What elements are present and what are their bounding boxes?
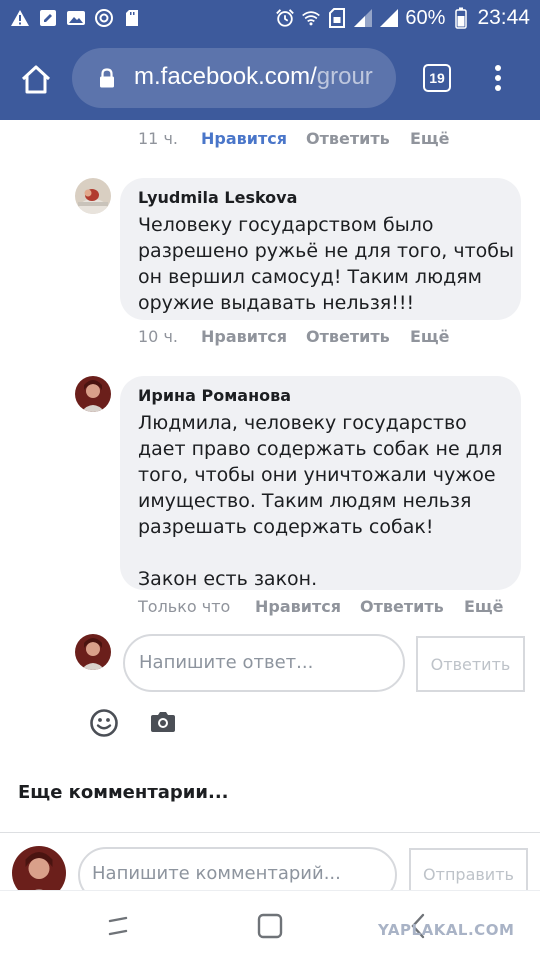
more-link[interactable]: Ещё (410, 129, 449, 148)
camera-icon[interactable] (150, 711, 176, 733)
recents-icon[interactable] (105, 913, 131, 939)
reply-submit-button[interactable]: Ответить (416, 636, 525, 692)
comment-text: Людмила, человеку государство дает право… (138, 412, 503, 590)
signal-icon (353, 8, 373, 28)
home-icon[interactable] (18, 62, 54, 98)
lock-icon (98, 68, 116, 88)
avatar[interactable] (75, 376, 111, 412)
home-nav-icon[interactable] (257, 913, 283, 939)
status-left-icons (10, 8, 142, 28)
more-link[interactable]: Ещё (410, 327, 449, 346)
more-comments-link[interactable]: Еще комментарии... (18, 782, 229, 803)
comment-bubble: Ирина Романова Людмила, человеку государ… (120, 376, 521, 590)
battery-icon (451, 7, 471, 29)
more-link[interactable]: Ещё (464, 597, 503, 616)
comment-actions: 10 ч. Нравится Ответить Ещё (138, 327, 449, 346)
battery-percent: 60% (405, 6, 446, 29)
reply-link[interactable]: Ответить (360, 597, 464, 616)
vpn-icon (94, 8, 114, 28)
reply-input[interactable]: Напишите ответ... (123, 634, 405, 692)
tab-switcher-button[interactable]: 19 (423, 64, 451, 92)
status-right-icons: 60% 23:44 (275, 6, 530, 30)
status-bar: 60% 23:44 (0, 0, 540, 38)
reply-link[interactable]: Ответить (306, 327, 410, 346)
address-bar[interactable]: m.facebook.com/grour (72, 48, 396, 108)
divider (0, 832, 540, 833)
comment-placeholder: Напишите комментарий... (92, 863, 341, 884)
signal-icon (379, 8, 399, 28)
watermark: YAPLAKAL.COM (378, 921, 515, 939)
navigation-bar: YAPLAKAL.COM (0, 890, 540, 960)
browser-toolbar: m.facebook.com/grour 19 (0, 38, 540, 120)
like-button[interactable]: Нравится (255, 597, 360, 616)
comment-time: 11 ч. (138, 129, 178, 148)
comment-actions: 11 ч. Нравится Ответить Ещё (138, 129, 449, 148)
comment-time: 10 ч. (138, 327, 178, 346)
url-text: m.facebook.com/grour (134, 63, 373, 91)
reply-placeholder: Напишите ответ... (139, 652, 314, 673)
wifi-icon (301, 8, 321, 28)
comment-text: Человеку государством было разрешено руж… (138, 214, 514, 314)
clock: 23:44 (477, 6, 530, 29)
alarm-icon (275, 8, 295, 28)
url-path: grour (316, 63, 373, 90)
sim-icon (327, 8, 347, 28)
reply-link[interactable]: Ответить (306, 129, 410, 148)
like-button[interactable]: Нравится (201, 129, 306, 148)
avatar[interactable] (75, 178, 111, 214)
overflow-menu-icon[interactable] (492, 65, 504, 93)
avatar (75, 634, 111, 670)
warning-icon (10, 8, 30, 28)
comment-actions: Только что Нравится Ответить Ещё (138, 597, 503, 616)
like-button[interactable]: Нравится (201, 327, 306, 346)
comment-time: Только что (138, 597, 231, 616)
url-host: m.facebook.com/ (134, 63, 317, 90)
emoji-icon[interactable] (89, 708, 119, 738)
comment-author[interactable]: Lyudmila Leskova (138, 188, 297, 207)
comment-author[interactable]: Ирина Романова (138, 386, 291, 405)
image-icon (66, 8, 86, 28)
sdcard-icon (122, 8, 142, 28)
comment-bubble: Lyudmila Leskova Человеку государством б… (120, 178, 521, 320)
edit-icon (38, 8, 58, 28)
